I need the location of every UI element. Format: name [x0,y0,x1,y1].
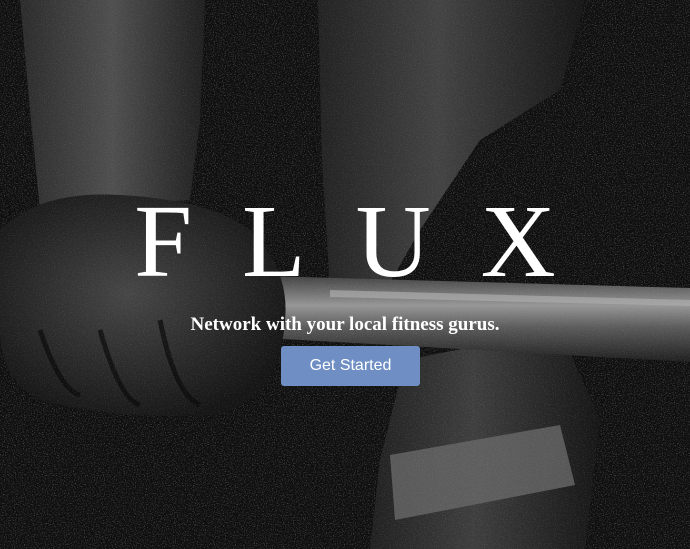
hero-section: FLUX Network with your local fitness gur… [0,0,690,549]
brand-title: FLUX [134,184,606,299]
hero-tagline: Network with your local fitness gurus. [190,314,500,335]
get-started-button[interactable]: Get Started [281,346,420,386]
